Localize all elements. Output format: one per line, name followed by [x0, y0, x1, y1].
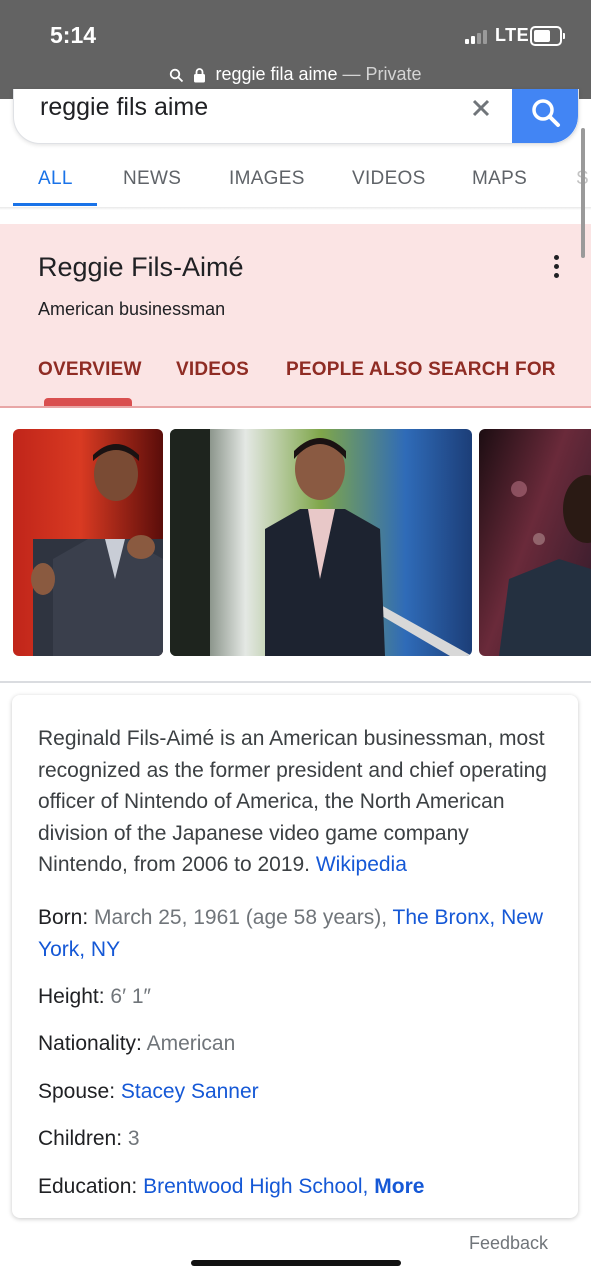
tab-images[interactable]: IMAGES: [229, 168, 305, 190]
panel-tab-videos[interactable]: VIDEOS: [176, 359, 249, 381]
education-link[interactable]: Brentwood High School,: [143, 1175, 368, 1198]
fact-born: Born: March 25, 1961 (age 58 years), The…: [38, 902, 558, 965]
tab-videos[interactable]: VIDEOS: [352, 168, 426, 190]
image-thumbnail-3[interactable]: [479, 429, 591, 656]
image-thumbnail-2[interactable]: [170, 429, 472, 656]
fact-children: Children: 3: [38, 1123, 558, 1155]
wikipedia-link[interactable]: Wikipedia: [316, 853, 407, 876]
private-label: — Private: [342, 64, 422, 84]
feedback-link[interactable]: Feedback: [469, 1233, 548, 1254]
lock-icon: [194, 68, 206, 83]
fact-value: March 25, 1961 (age 58 years),: [94, 906, 388, 929]
close-icon[interactable]: [466, 93, 496, 123]
search-icon: [532, 99, 560, 127]
fact-label: Height:: [38, 985, 105, 1008]
active-tab-indicator: [13, 203, 97, 206]
status-bar: 5:14 LTE reggie fila aime — Private: [0, 0, 591, 99]
description-card: Reginald Fils-Aimé is an American busine…: [12, 695, 578, 1218]
image-thumbnail-1[interactable]: [13, 429, 163, 656]
search-button[interactable]: [512, 89, 578, 143]
panel-title: Reggie Fils-Aimé: [38, 252, 244, 282]
url-text: reggie fila aime: [215, 64, 338, 84]
description-text: Reginald Fils-Aimé is an American busine…: [38, 723, 558, 881]
spouse-link[interactable]: Stacey Sanner: [121, 1080, 259, 1103]
tabs-divider: [0, 207, 591, 210]
fact-label: Children:: [38, 1127, 123, 1150]
person-photo: [31, 444, 163, 656]
home-indicator[interactable]: [191, 1260, 401, 1266]
fact-label: Born:: [38, 906, 89, 929]
fact-nationality: Nationality: American: [38, 1028, 558, 1060]
search-small-icon: [170, 68, 184, 82]
fact-spouse: Spouse: Stacey Sanner: [38, 1076, 558, 1108]
fact-height: Height: 6′ 1″: [38, 981, 558, 1013]
signal-icon: [465, 30, 495, 44]
search-input[interactable]: reggie fils aime: [40, 93, 208, 122]
tab-news[interactable]: NEWS: [123, 168, 181, 190]
tab-all[interactable]: ALL: [38, 168, 73, 190]
fact-label: Education:: [38, 1175, 138, 1198]
search-box[interactable]: reggie fils aime: [13, 89, 579, 144]
person-photo: [499, 475, 591, 656]
fact-label: Nationality:: [38, 1032, 142, 1055]
panel-tab-overview[interactable]: OVERVIEW: [38, 359, 142, 381]
fact-value: 6′ 1″: [110, 985, 151, 1008]
panel-tab-indicator: [44, 398, 132, 406]
battery-icon: [530, 26, 565, 46]
status-time: 5:14: [50, 22, 97, 48]
network-label: LTE: [495, 25, 530, 45]
tab-maps[interactable]: MAPS: [472, 168, 527, 190]
more-vert-icon[interactable]: [546, 252, 566, 282]
scrollbar[interactable]: [581, 128, 585, 258]
fact-value: 3: [127, 1127, 140, 1150]
fact-value: American: [146, 1032, 236, 1055]
search-header: reggie fils aime ALL NEWS IMAGES VIDEOS …: [0, 89, 591, 209]
fact-education: Education: Brentwood High School, More: [38, 1171, 558, 1203]
panel-subtitle: American businessman: [38, 299, 226, 319]
fact-label: Spouse:: [38, 1080, 116, 1103]
description-body: Reginald Fils-Aimé is an American busine…: [38, 727, 547, 876]
knowledge-panel-header: Reggie Fils-Aimé American businessman OV…: [0, 224, 591, 408]
more-link[interactable]: More: [374, 1175, 424, 1198]
person-photo: [170, 429, 472, 656]
panel-tab-people-also-search[interactable]: PEOPLE ALSO SEARCH FOR: [286, 359, 556, 381]
address-bar[interactable]: reggie fila aime — Private: [0, 64, 591, 85]
search-tabs: ALL NEWS IMAGES VIDEOS MAPS S: [0, 159, 591, 207]
section-divider: [0, 681, 591, 683]
